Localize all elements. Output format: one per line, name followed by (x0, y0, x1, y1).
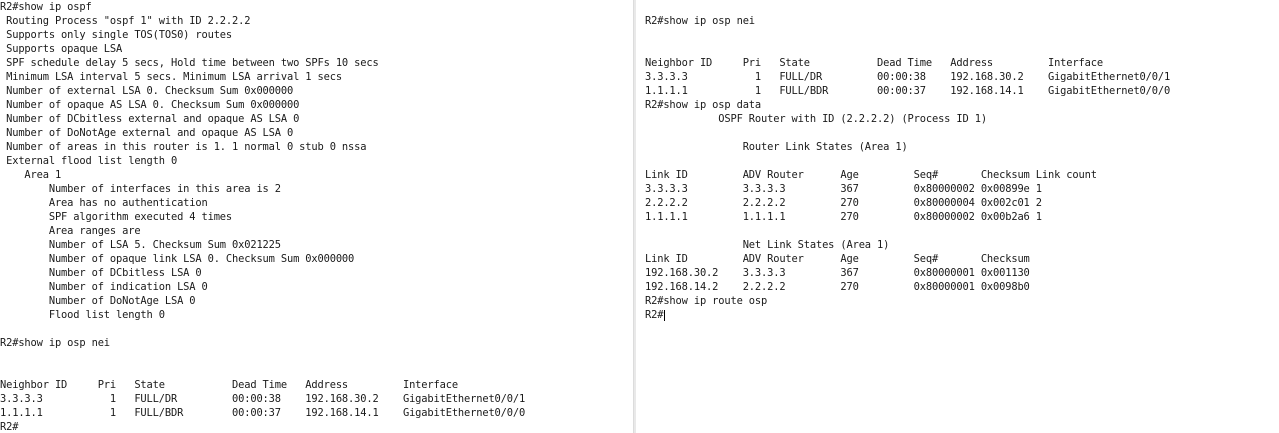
right-terminal-line: 2.2.2.2 2.2.2.2 270 0x80000004 0x002c01 … (645, 197, 1042, 209)
right-terminal-line: 1.1.1.1 1.1.1.1 270 0x80000002 0x00b2a6 … (645, 211, 1042, 223)
left-terminal-line: External flood list length 0 (0, 155, 178, 167)
left-terminal-line: Area has no authentication (0, 197, 208, 209)
left-terminal-line: SPF algorithm executed 4 times (0, 211, 233, 223)
left-terminal-line: Area ranges are (0, 225, 141, 237)
left-terminal-line: Neighbor ID Pri State Dead Time Address … (0, 379, 458, 391)
terminal-cursor (664, 310, 665, 321)
right-terminal-line: 3.3.3.3 3.3.3.3 367 0x80000002 0x00899e … (645, 183, 1042, 195)
left-terminal-line: 1.1.1.1 1 FULL/BDR 00:00:37 192.168.14.1… (0, 407, 526, 419)
left-terminal-line: Routing Process "ospf 1" with ID 2.2.2.2 (0, 15, 251, 27)
right-terminal-line: OSPF Router with ID (2.2.2.2) (Process I… (645, 113, 987, 125)
left-terminal-line: Number of DCbitless LSA 0 (0, 267, 202, 279)
left-terminal-line: Minimum LSA interval 5 secs. Minimum LSA… (0, 71, 342, 83)
right-terminal-line: Link ID ADV Router Age Seq# Checksum Lin… (645, 169, 1097, 181)
left-terminal-line: Number of opaque link LSA 0. Checksum Su… (0, 253, 355, 265)
left-terminal-line: Number of DCbitless external and opaque … (0, 113, 300, 125)
left-terminal-line: Number of opaque AS LSA 0. Checksum Sum … (0, 99, 300, 111)
left-terminal-line: Area 1 (0, 169, 62, 181)
right-terminal-line: R2#show ip osp nei (645, 15, 755, 27)
right-terminal-line: R2# (645, 309, 664, 321)
left-terminal-line: Number of LSA 5. Checksum Sum 0x021225 (0, 239, 281, 251)
left-terminal-line: R2#show ip ospf (0, 1, 92, 13)
right-terminal-line: R2#show ip osp data (645, 99, 762, 111)
left-terminal-line: SPF schedule delay 5 secs, Hold time bet… (0, 57, 379, 69)
right-terminal-line: R2#show ip route osp (645, 295, 768, 307)
left-terminal-line: Flood list length 0 (0, 309, 165, 321)
left-terminal-line: Number of areas in this router is 1. 1 n… (0, 141, 367, 153)
left-terminal-line: Supports opaque LSA (0, 43, 123, 55)
left-terminal-pane[interactable]: R2#show ip ospf Routing Process "ospf 1"… (0, 0, 633, 433)
right-terminal-line: 1.1.1.1 1 FULL/BDR 00:00:37 192.168.14.1… (645, 85, 1171, 97)
left-terminal-line: 3.3.3.3 1 FULL/DR 00:00:38 192.168.30.2 … (0, 393, 526, 405)
right-terminal-line: Link ID ADV Router Age Seq# Checksum (645, 253, 1030, 265)
left-terminal-line: Supports only single TOS(TOS0) routes (0, 29, 233, 41)
right-terminal-pane[interactable]: R2#show ip osp nei Neighbor ID Pri State … (636, 0, 1279, 433)
left-terminal-line: Number of DoNotAge LSA 0 (0, 295, 196, 307)
right-terminal-line: Router Link States (Area 1) (645, 141, 908, 153)
left-terminal-line: R2# (0, 421, 19, 433)
right-terminal-line: Net Link States (Area 1) (645, 239, 890, 251)
right-terminal-line: Neighbor ID Pri State Dead Time Address … (645, 57, 1103, 69)
left-terminal-line: R2#show ip osp nei (0, 337, 110, 349)
right-terminal-line: 192.168.14.2 2.2.2.2 270 0x80000001 0x00… (645, 281, 1030, 293)
left-terminal-line: Number of DoNotAge external and opaque A… (0, 127, 294, 139)
right-terminal-line: 192.168.30.2 3.3.3.3 367 0x80000001 0x00… (645, 267, 1030, 279)
left-terminal-line: Number of external LSA 0. Checksum Sum 0… (0, 85, 294, 97)
left-terminal-line: Number of interfaces in this area is 2 (0, 183, 281, 195)
left-terminal-line: Number of indication LSA 0 (0, 281, 208, 293)
right-terminal-line: 3.3.3.3 1 FULL/DR 00:00:38 192.168.30.2 … (645, 71, 1171, 83)
